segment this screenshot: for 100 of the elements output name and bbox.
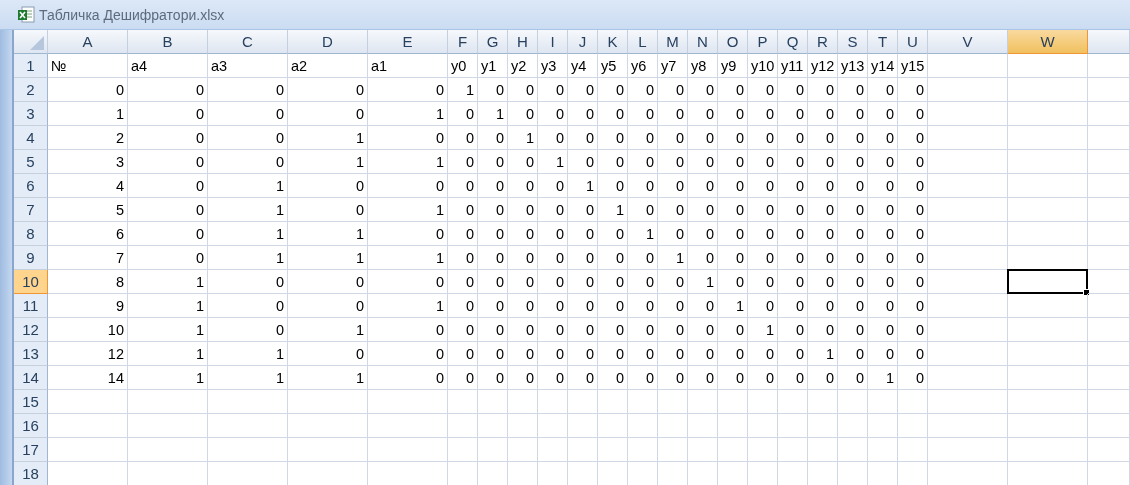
row-header[interactable]: 14 <box>14 366 48 390</box>
column-header[interactable]: V <box>928 30 1008 54</box>
row-header[interactable]: 3 <box>14 102 48 126</box>
table-cell: 0 <box>838 222 868 246</box>
row-header[interactable]: 12 <box>14 318 48 342</box>
table-cell: 0 <box>538 126 568 150</box>
table-cell: 0 <box>628 150 658 174</box>
table-cell: 1 <box>208 366 288 390</box>
column-header[interactable]: H <box>508 30 538 54</box>
table-cell: 0 <box>538 294 568 318</box>
table-cell: 0 <box>478 246 508 270</box>
table-cell: 1 <box>688 270 718 294</box>
table-cell: 0 <box>208 150 288 174</box>
row-header[interactable]: 18 <box>14 462 48 485</box>
column-header[interactable]: B <box>128 30 208 54</box>
row-header[interactable]: 1 <box>14 54 48 78</box>
table-cell: y12 <box>808 54 838 78</box>
table-cell: 0 <box>598 78 628 102</box>
table-cell: 0 <box>568 246 598 270</box>
empty-cell <box>1088 318 1130 342</box>
column-header[interactable]: W <box>1008 30 1088 54</box>
table-cell: 0 <box>838 126 868 150</box>
table-cell: 0 <box>508 246 538 270</box>
column-header[interactable]: M <box>658 30 688 54</box>
table-cell: 0 <box>868 102 898 126</box>
column-header[interactable]: O <box>718 30 748 54</box>
table-cell: 6 <box>48 222 128 246</box>
column-header[interactable]: I <box>538 30 568 54</box>
table-cell: 1 <box>368 102 448 126</box>
table-cell: 0 <box>568 318 598 342</box>
column-header[interactable]: P <box>748 30 778 54</box>
table-cell: 0 <box>628 198 658 222</box>
table-cell: 0 <box>838 246 868 270</box>
table-cell: 0 <box>598 342 628 366</box>
table-cell: 0 <box>688 78 718 102</box>
column-header[interactable]: T <box>868 30 898 54</box>
column-header[interactable]: A <box>48 30 128 54</box>
table-cell: 0 <box>808 366 838 390</box>
table-cell: y15 <box>898 54 928 78</box>
table-cell: 7 <box>48 246 128 270</box>
empty-cell <box>898 390 928 414</box>
column-header[interactable]: R <box>808 30 838 54</box>
table-cell: 0 <box>898 246 928 270</box>
column-header[interactable]: S <box>838 30 868 54</box>
row-header[interactable]: 10 <box>14 270 48 294</box>
row-header[interactable]: 16 <box>14 414 48 438</box>
column-header[interactable]: G <box>478 30 508 54</box>
row-header[interactable]: 13 <box>14 342 48 366</box>
row-header[interactable]: 6 <box>14 174 48 198</box>
table-cell: 0 <box>368 270 448 294</box>
table-cell: 0 <box>898 126 928 150</box>
table-cell: 0 <box>448 318 478 342</box>
table-cell: 0 <box>598 222 628 246</box>
column-header[interactable]: Q <box>778 30 808 54</box>
column-header[interactable]: E <box>368 30 448 54</box>
table-cell: 1 <box>368 294 448 318</box>
table-cell: 0 <box>868 174 898 198</box>
column-header[interactable]: J <box>568 30 598 54</box>
column-header[interactable]: D <box>288 30 368 54</box>
row-header[interactable]: 9 <box>14 246 48 270</box>
empty-cell <box>1088 414 1130 438</box>
column-header[interactable]: C <box>208 30 288 54</box>
column-header[interactable]: L <box>628 30 658 54</box>
row-header[interactable]: 11 <box>14 294 48 318</box>
table-cell: 0 <box>868 246 898 270</box>
table-cell: 0 <box>508 174 538 198</box>
row-header[interactable]: 5 <box>14 150 48 174</box>
column-header[interactable]: N <box>688 30 718 54</box>
empty-cell <box>718 390 748 414</box>
empty-cell <box>628 390 658 414</box>
table-cell: 0 <box>658 174 688 198</box>
table-cell: 0 <box>208 126 288 150</box>
table-cell: 0 <box>808 126 838 150</box>
table-cell: 1 <box>208 174 288 198</box>
empty-cell <box>1088 438 1130 462</box>
empty-cell <box>568 390 598 414</box>
table-cell: 0 <box>448 174 478 198</box>
row-header[interactable]: 7 <box>14 198 48 222</box>
fill-handle[interactable] <box>1083 289 1090 296</box>
table-cell: 1 <box>128 270 208 294</box>
selected-cell[interactable] <box>1007 269 1088 294</box>
table-cell: 0 <box>718 270 748 294</box>
table-cell: 0 <box>628 126 658 150</box>
table-cell: 0 <box>748 102 778 126</box>
table-cell: 0 <box>778 342 808 366</box>
table-cell: 0 <box>128 102 208 126</box>
table-cell: 1 <box>128 342 208 366</box>
table-cell: 0 <box>368 366 448 390</box>
column-header[interactable]: U <box>898 30 928 54</box>
empty-cell <box>688 438 718 462</box>
table-cell: 0 <box>288 294 368 318</box>
row-header[interactable]: 17 <box>14 438 48 462</box>
empty-cell <box>508 438 538 462</box>
table-cell: 0 <box>688 198 718 222</box>
row-header[interactable]: 2 <box>14 78 48 102</box>
column-header[interactable]: K <box>598 30 628 54</box>
row-header[interactable]: 4 <box>14 126 48 150</box>
row-header[interactable]: 8 <box>14 222 48 246</box>
row-header[interactable]: 15 <box>14 390 48 414</box>
column-header[interactable]: F <box>448 30 478 54</box>
